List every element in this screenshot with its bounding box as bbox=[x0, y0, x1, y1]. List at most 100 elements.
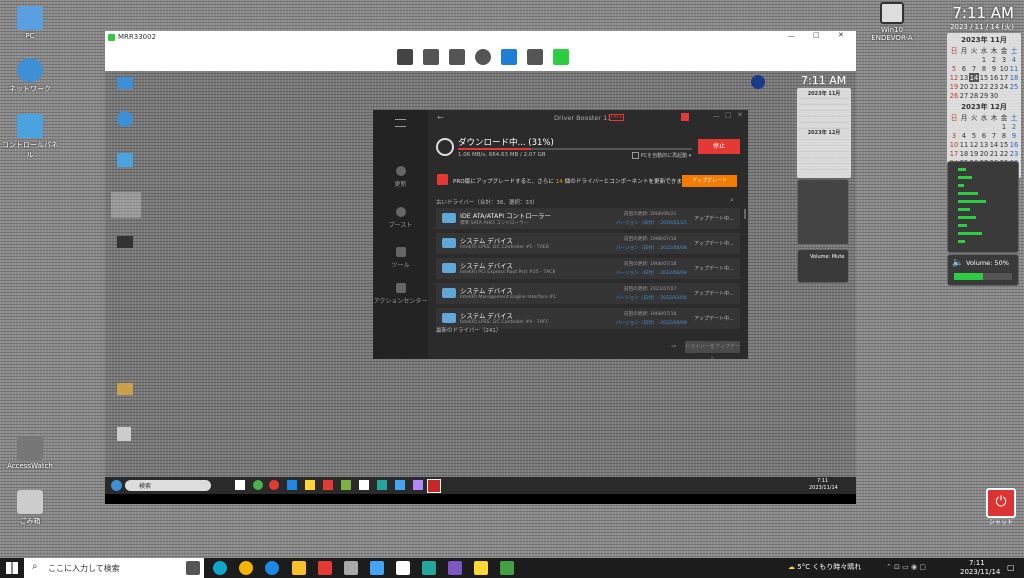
calendar-day[interactable]: 14 bbox=[969, 73, 979, 82]
remote-camera-icon[interactable] bbox=[117, 236, 133, 248]
calendar-day[interactable] bbox=[949, 55, 959, 64]
driver-booster-window[interactable]: 更新 ブースト ツール アクションセンター ← Driver Booster 1… bbox=[373, 110, 748, 362]
calendar-day[interactable] bbox=[959, 122, 969, 131]
calendar-day[interactable]: 29 bbox=[979, 91, 989, 100]
calendar-day[interactable]: 13 bbox=[979, 140, 989, 149]
search-icon[interactable]: ⌕ bbox=[730, 196, 734, 205]
desktop-icon-recycle-bin[interactable]: ごみ箱 bbox=[0, 490, 60, 526]
calendar-day[interactable] bbox=[999, 91, 1009, 100]
desktop-icon-network[interactable]: ネットワーク bbox=[0, 58, 60, 94]
calendar-day[interactable]: 1 bbox=[999, 122, 1009, 131]
calendar-day[interactable]: 19 bbox=[969, 149, 979, 158]
taskbar-driver-booster-icon[interactable] bbox=[427, 479, 441, 493]
calendar-day[interactable]: 4 bbox=[959, 131, 969, 140]
calendar-day[interactable]: 11 bbox=[1009, 64, 1019, 73]
desktop-icon-accesswatch[interactable]: AccessWatch bbox=[0, 436, 60, 470]
calendar-day[interactable]: 2 bbox=[989, 55, 999, 64]
calendar-day[interactable]: 2 bbox=[1009, 122, 1019, 131]
driver-row[interactable]: システム デバイス Intel(R) LPSS: I2C Controller #… bbox=[436, 233, 740, 254]
hamburger-icon[interactable] bbox=[395, 119, 406, 127]
calendar-day[interactable] bbox=[969, 122, 979, 131]
key-icon[interactable]: ⊸ bbox=[671, 343, 676, 350]
taskbar-app-icon[interactable] bbox=[359, 480, 369, 490]
display-icon[interactable] bbox=[449, 49, 465, 65]
sidebar-item-tools[interactable]: ツール bbox=[373, 247, 428, 269]
maximize-button[interactable]: □ bbox=[813, 31, 820, 39]
taskbar-app-icon[interactable] bbox=[253, 480, 263, 490]
app-icon[interactable] bbox=[448, 561, 462, 575]
calendar-day[interactable]: 17 bbox=[999, 73, 1009, 82]
calendar-day[interactable]: 22 bbox=[999, 149, 1009, 158]
taskbar-app-icon[interactable] bbox=[395, 480, 405, 490]
calendar-day[interactable]: 19 bbox=[949, 82, 959, 91]
close-button[interactable]: ✕ bbox=[737, 111, 743, 119]
calendar-day[interactable]: 16 bbox=[1009, 140, 1019, 149]
driver-row[interactable]: IDE ATA/ATAPI コントローラー 標準 SATA AHCI コントローラ… bbox=[436, 208, 740, 229]
remote-search-box[interactable]: 検索 bbox=[125, 480, 211, 491]
remote-control-panel-icon[interactable] bbox=[117, 153, 133, 167]
update-drivers-button[interactable]: ドライバーをアップデート bbox=[685, 341, 740, 362]
calendar-day[interactable]: 24 bbox=[999, 82, 1009, 91]
calendar-day[interactable]: 10 bbox=[999, 64, 1009, 73]
app-icon[interactable] bbox=[292, 561, 306, 575]
driver-row[interactable]: システム デバイス Intel(R) PCI Express Root Port … bbox=[436, 258, 740, 279]
sidebar-item-update[interactable]: 更新 bbox=[373, 166, 428, 188]
maximize-button[interactable]: □ bbox=[725, 111, 732, 119]
back-button[interactable]: ← bbox=[437, 113, 444, 122]
calendar-day[interactable] bbox=[1009, 91, 1019, 100]
app-icon[interactable] bbox=[396, 561, 410, 575]
taskbar-app-icon[interactable] bbox=[305, 480, 315, 490]
calendar-day[interactable]: 23 bbox=[989, 82, 999, 91]
calendar-day[interactable]: 28 bbox=[969, 91, 979, 100]
calendar-day[interactable]: 22 bbox=[979, 82, 989, 91]
calendar-day[interactable]: 9 bbox=[989, 64, 999, 73]
auto-reboot-checkbox[interactable]: PCを自動的に再起動 ▾ bbox=[632, 152, 691, 159]
calendar-day[interactable]: 17 bbox=[949, 149, 959, 158]
app-icon[interactable] bbox=[265, 561, 279, 575]
network-status-icon[interactable] bbox=[553, 49, 569, 65]
shutdown-button[interactable]: ⏻ bbox=[986, 488, 1016, 518]
calendar-day[interactable] bbox=[949, 122, 959, 131]
calendar-day[interactable]: 1 bbox=[979, 55, 989, 64]
taskbar-app-icon[interactable] bbox=[235, 480, 245, 490]
app-icon[interactable] bbox=[422, 561, 436, 575]
calendar-day[interactable]: 6 bbox=[979, 131, 989, 140]
remote-recycle-icon[interactable] bbox=[117, 427, 131, 441]
notification-icon[interactable]: ▢ bbox=[1007, 563, 1015, 572]
remote-pc-icon[interactable] bbox=[117, 77, 133, 89]
calendar-day[interactable]: 15 bbox=[999, 140, 1009, 149]
calendar-day[interactable] bbox=[959, 55, 969, 64]
weather-widget[interactable]: ☁ 5°C くもり時々晴れ bbox=[788, 562, 861, 572]
remote-folder-icon[interactable] bbox=[117, 383, 133, 395]
calendar-day[interactable]: 20 bbox=[959, 82, 969, 91]
calendar-day[interactable]: 12 bbox=[949, 73, 959, 82]
calendar-day[interactable]: 9 bbox=[1009, 131, 1019, 140]
calendar-day[interactable]: 3 bbox=[949, 131, 959, 140]
remote-network-icon[interactable] bbox=[117, 111, 133, 127]
calendar-day[interactable]: 10 bbox=[949, 140, 959, 149]
app-icon[interactable] bbox=[500, 561, 514, 575]
desktop-icon-pc[interactable]: PC bbox=[0, 6, 60, 40]
calendar-day[interactable]: 12 bbox=[969, 140, 979, 149]
remote-volume-gadget[interactable]: Volume: Mute bbox=[797, 249, 849, 283]
remote-moon-icon[interactable] bbox=[751, 75, 765, 89]
calendar-day[interactable]: 21 bbox=[969, 82, 979, 91]
app-icon[interactable] bbox=[474, 561, 488, 575]
app-icon[interactable] bbox=[344, 561, 358, 575]
calendar-day[interactable]: 20 bbox=[979, 149, 989, 158]
calendar-day[interactable]: 21 bbox=[989, 149, 999, 158]
calendar-day[interactable]: 11 bbox=[959, 140, 969, 149]
calendar-day[interactable]: 25 bbox=[1009, 82, 1019, 91]
stop-icon[interactable] bbox=[397, 49, 413, 65]
calendar-day[interactable]: 30 bbox=[989, 91, 999, 100]
taskbar-app-icon[interactable] bbox=[377, 480, 387, 490]
calendar-day[interactable]: 5 bbox=[949, 64, 959, 73]
taskbar-app-icon[interactable] bbox=[269, 480, 279, 490]
calendar-day[interactable]: 13 bbox=[959, 73, 969, 82]
edge-icon[interactable] bbox=[213, 561, 227, 575]
desktop-icon-win10[interactable]: Win10 ENDEVOR-A bbox=[862, 2, 922, 42]
close-button[interactable]: ✕ bbox=[838, 31, 844, 39]
taskbar-app-icon[interactable] bbox=[287, 480, 297, 490]
stop-button[interactable]: 停止 bbox=[698, 139, 740, 154]
calendar-day[interactable]: 15 bbox=[979, 73, 989, 82]
